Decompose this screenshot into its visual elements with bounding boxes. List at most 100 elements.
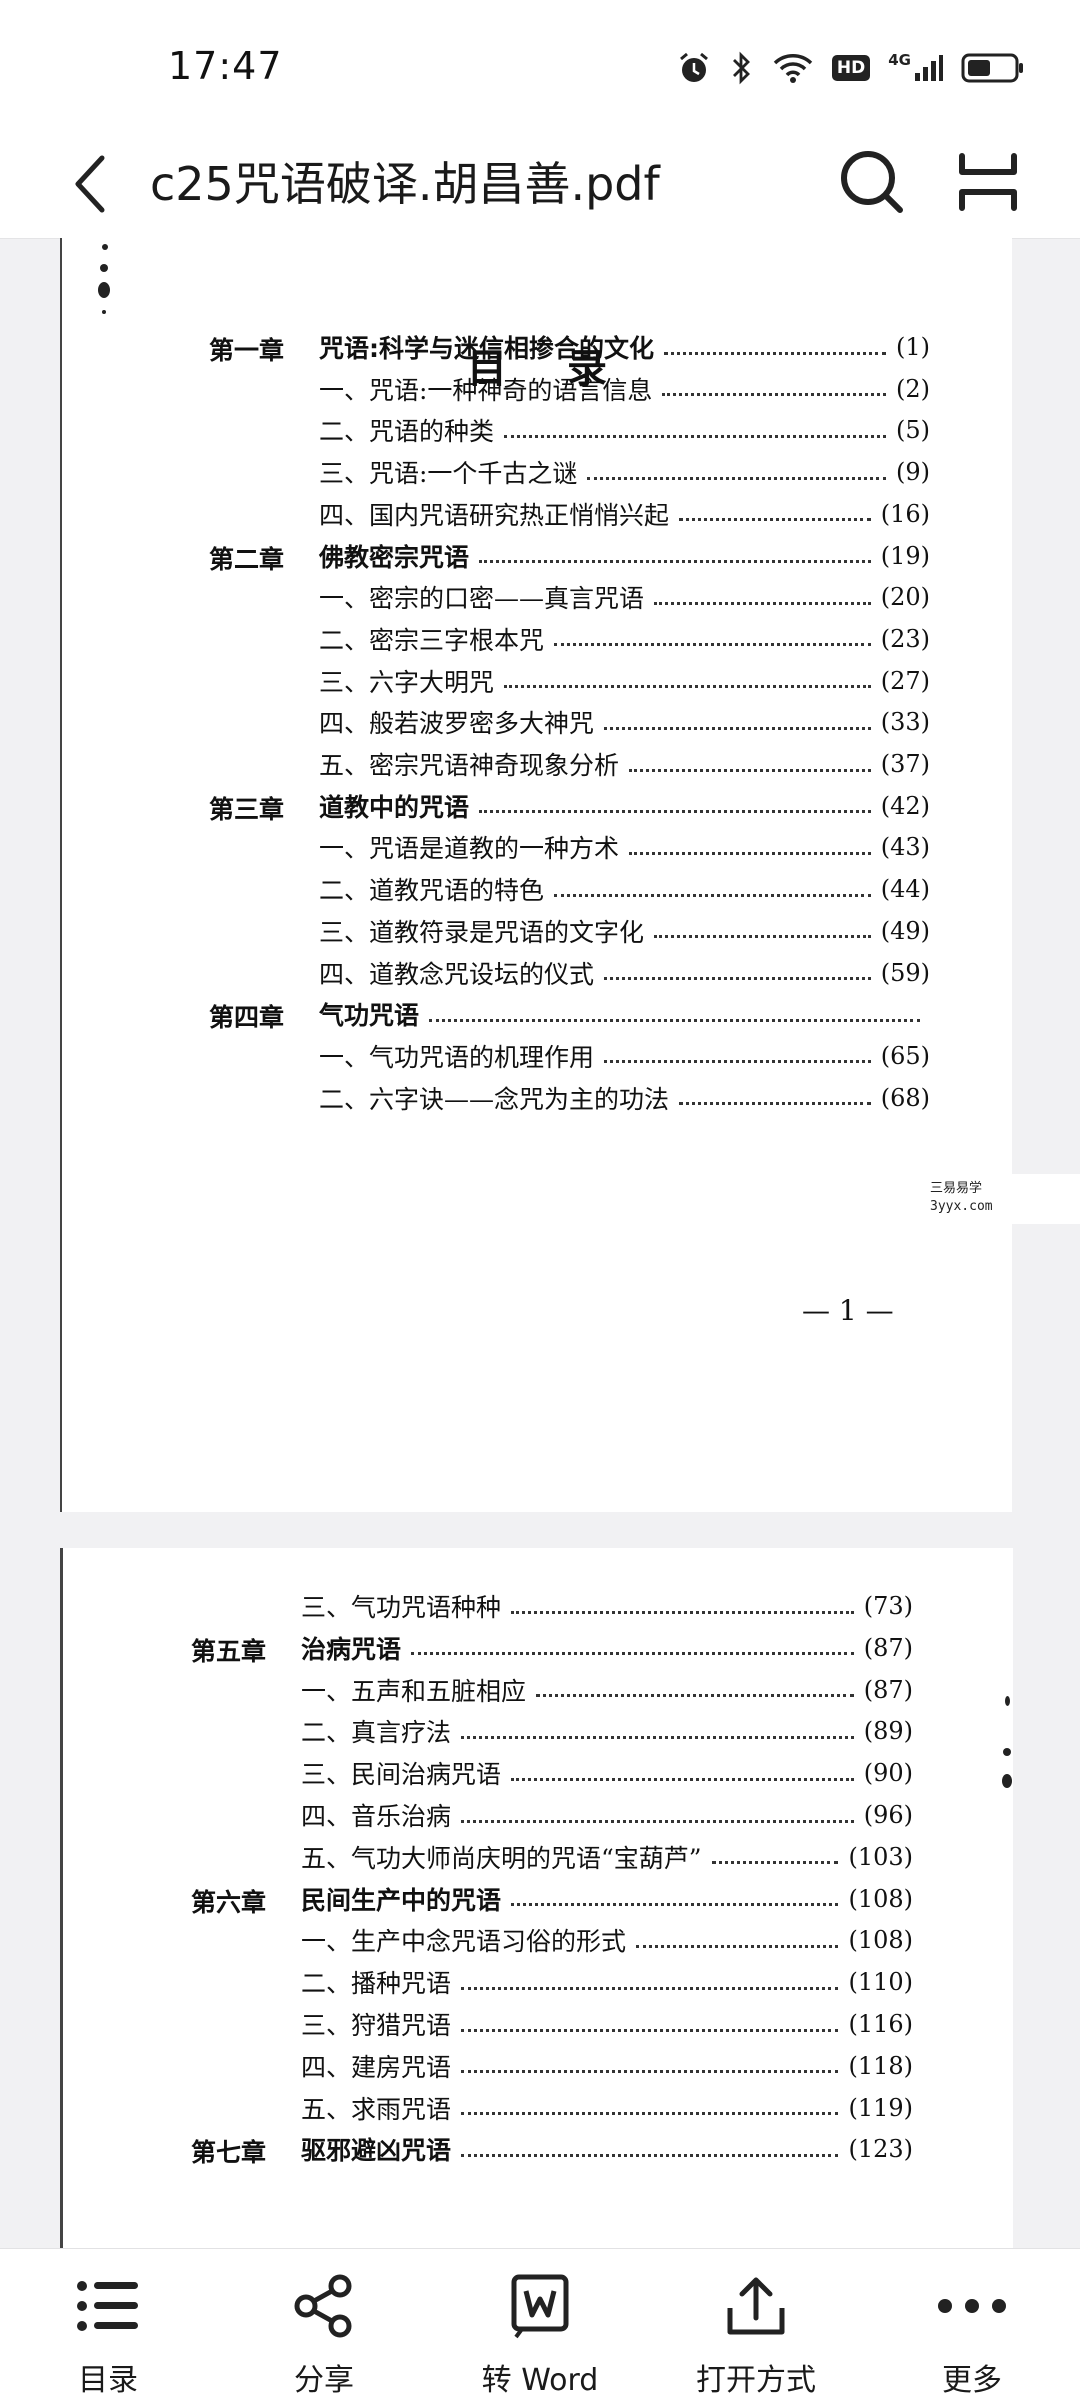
toc-entry-title: 二、道教咒语的特色 bbox=[319, 876, 545, 906]
dot-leader bbox=[654, 601, 871, 605]
toc-entry[interactable]: 五、求雨咒语 (119) bbox=[301, 2088, 913, 2128]
toc-entry[interactable]: 三、民间治病咒语 (90) bbox=[301, 1753, 913, 1793]
scan-speck bbox=[98, 282, 110, 298]
dot-leader bbox=[504, 685, 871, 689]
scan-speck bbox=[1003, 1748, 1011, 1756]
more-button[interactable]: 更多 bbox=[864, 2249, 1080, 2401]
share-button[interactable]: 分享 bbox=[216, 2249, 432, 2401]
toc-entry-title: 三、狩猎咒语 bbox=[301, 2011, 452, 2040]
list-icon bbox=[73, 2271, 143, 2341]
signal-icon: 4G bbox=[888, 53, 943, 83]
toc-entry-title: 四、建房咒语 bbox=[301, 2052, 452, 2082]
toc-entry[interactable]: 四、国内咒语研究热正悄悄兴起 (16) bbox=[319, 494, 930, 534]
watermark: 三易易学 3yyx.com bbox=[920, 1174, 1080, 1224]
toc-page-number: (108) bbox=[848, 1884, 913, 1913]
toc-page-number: (110) bbox=[848, 1968, 913, 1997]
chapter-number: 第七章 bbox=[191, 2138, 267, 2168]
toc-entry-title: 咒语:科学与迷信相掺合的文化 bbox=[319, 334, 654, 363]
dot-leader bbox=[554, 893, 871, 897]
toc-chapter-entry[interactable]: 气功咒语 bbox=[319, 994, 930, 1034]
dot-leader bbox=[664, 351, 886, 355]
toc-entry-title: 四、般若波罗密多大神咒 bbox=[319, 709, 595, 739]
toc-entry-title: 二、播种咒语 bbox=[301, 1969, 452, 1999]
dot-leader bbox=[604, 977, 871, 980]
toc-entry[interactable]: 四、道教念咒设坛的仪式 (59) bbox=[319, 953, 930, 993]
toc-entry[interactable]: 一、咒语:一种神奇的语言信息 (2) bbox=[319, 369, 930, 409]
pdf-page-2[interactable]: 三、气功咒语种种 (73) 第五章 治病咒语 (87) 一、五声和五脏相应 (87) 二、真言… bbox=[60, 1548, 1013, 2248]
toc-entry-title: 民间生产中的咒语 bbox=[301, 1885, 502, 1915]
toc-entry-title: 五、求雨咒语 bbox=[301, 2094, 452, 2124]
toc-entry-title: 三、咒语:一个千古之谜 bbox=[319, 459, 578, 489]
open-with-button[interactable]: 打开方式 bbox=[648, 2249, 864, 2401]
toc-entry-title: 二、六字诀——念咒为主的功法 bbox=[319, 1084, 670, 1114]
toc-chapter-entry[interactable]: 道教中的咒语 (42) bbox=[319, 786, 930, 826]
toc-page-number: (49) bbox=[880, 916, 930, 945]
dot-leader bbox=[604, 1060, 871, 1064]
title-bar: c25咒语破译.胡昌善.pdf bbox=[0, 130, 1080, 239]
pdf-page-1[interactable]: 目录 第一章 咒语:科学与迷信相掺合的文化 (1) 一、咒语:一种神奇的语言信息 (2)… bbox=[60, 238, 1012, 1512]
search-button[interactable] bbox=[836, 146, 908, 218]
toc-label: 目录 bbox=[78, 2363, 138, 2398]
toc-entry[interactable]: 四、音乐治病 (96) bbox=[301, 1795, 913, 1835]
hd-badge: HD bbox=[831, 55, 871, 81]
dot-leader bbox=[654, 935, 871, 939]
dot-leader bbox=[461, 1986, 839, 1990]
toc-entry[interactable]: 五、气功大师尚庆明的咒语“宝葫芦” (103) bbox=[301, 1837, 913, 1877]
fit-width-button[interactable] bbox=[952, 146, 1024, 218]
toc-chapter-entry[interactable]: 驱邪避凶咒语 (123) bbox=[301, 2129, 913, 2169]
toc-entry[interactable]: 二、道教咒语的特色 (44) bbox=[319, 869, 930, 909]
toc-entry[interactable]: 四、般若波罗密多大神咒 (33) bbox=[319, 702, 930, 742]
toc-entry-title: 道教中的咒语 bbox=[319, 792, 470, 822]
toc-page-number: (87) bbox=[863, 1675, 913, 1704]
page-number: — 1 — bbox=[802, 1294, 894, 1327]
toc-entry[interactable]: 一、五声和五脏相应 (87) bbox=[301, 1670, 913, 1710]
back-button[interactable] bbox=[60, 142, 120, 226]
toc-entry[interactable]: 三、六字大明咒 (27) bbox=[319, 661, 930, 701]
chapter-number: 第二章 bbox=[209, 544, 285, 574]
dot-leader bbox=[461, 2028, 839, 2032]
toc-page-number: (119) bbox=[848, 2093, 913, 2122]
toc-page-number: (9) bbox=[896, 458, 930, 487]
toc-entry[interactable]: 一、气功咒语的机理作用 (65) bbox=[319, 1036, 930, 1076]
toc-entry[interactable]: 一、生产中念咒语习俗的形式 (108) bbox=[301, 1920, 913, 1960]
chapter-number: 第五章 bbox=[191, 1636, 267, 1666]
convert-word-button[interactable]: 转 Word bbox=[432, 2249, 648, 2401]
toc-page-number: (68) bbox=[880, 1083, 930, 1112]
toc-page-number: (44) bbox=[880, 875, 930, 904]
toc-entry-title: 三、民间治病咒语 bbox=[301, 1760, 502, 1790]
toc-entry-title: 一、咒语:一种神奇的语言信息 bbox=[319, 375, 653, 405]
toc-entry[interactable]: 三、道教符录是咒语的文字化 (49) bbox=[319, 911, 930, 951]
toc-entry[interactable]: 三、狩猎咒语 (116) bbox=[301, 2004, 913, 2044]
toc-chapter-entry[interactable]: 民间生产中的咒语 (108) bbox=[301, 1879, 913, 1919]
expand-icon bbox=[959, 153, 1017, 211]
scan-speck bbox=[102, 310, 106, 314]
toc-entry[interactable]: 四、建房咒语 (118) bbox=[301, 2046, 913, 2086]
toc-entry[interactable]: 三、气功咒语种种 (73) bbox=[301, 1586, 913, 1626]
toc-entry[interactable]: 二、咒语的种类 (5) bbox=[319, 410, 930, 450]
toc-entry-title: 佛教密宗咒语 bbox=[319, 542, 470, 572]
dot-leader bbox=[554, 643, 871, 647]
toc-entry[interactable]: 一、咒语是道教的一种方术 (43) bbox=[319, 827, 930, 867]
toc-entry[interactable]: 一、密宗的口密——真言咒语 (20) bbox=[319, 577, 930, 617]
toc-entry[interactable]: 五、密宗咒语神奇现象分析 (37) bbox=[319, 744, 930, 784]
toc-chapter-entry[interactable]: 咒语:科学与迷信相掺合的文化 (1) bbox=[319, 327, 930, 367]
toc-entry[interactable]: 二、六字诀——念咒为主的功法 (68) bbox=[319, 1078, 930, 1118]
toc-entry[interactable]: 二、真言疗法 (89) bbox=[301, 1711, 913, 1751]
toc-chapter-entry[interactable]: 治病咒语 (87) bbox=[301, 1628, 913, 1668]
toc-page-number: (27) bbox=[880, 666, 930, 695]
dot-leader bbox=[679, 518, 871, 522]
toc-entry-title: 四、音乐治病 bbox=[301, 1802, 452, 1831]
dot-leader bbox=[629, 851, 871, 855]
toc-page-number: (90) bbox=[863, 1759, 913, 1788]
toc-entry[interactable]: 二、播种咒语 (110) bbox=[301, 1962, 913, 2002]
dot-leader bbox=[662, 393, 886, 397]
toc-chapter-entry[interactable]: 佛教密宗咒语 (19) bbox=[319, 536, 930, 576]
toc-entry[interactable]: 三、咒语:一个千古之谜 (9) bbox=[319, 452, 930, 492]
toc-button[interactable]: 目录 bbox=[0, 2249, 216, 2401]
toc-entry-title: 四、国内咒语研究热正悄悄兴起 bbox=[319, 500, 670, 530]
toc-entry[interactable]: 二、密宗三字根本咒 (23) bbox=[319, 619, 930, 659]
toc-entry-title: 气功咒语 bbox=[319, 1001, 420, 1031]
dot-leader bbox=[461, 2153, 839, 2157]
dot-leader bbox=[511, 1777, 854, 1781]
chapter-number: 第四章 bbox=[209, 1003, 285, 1033]
